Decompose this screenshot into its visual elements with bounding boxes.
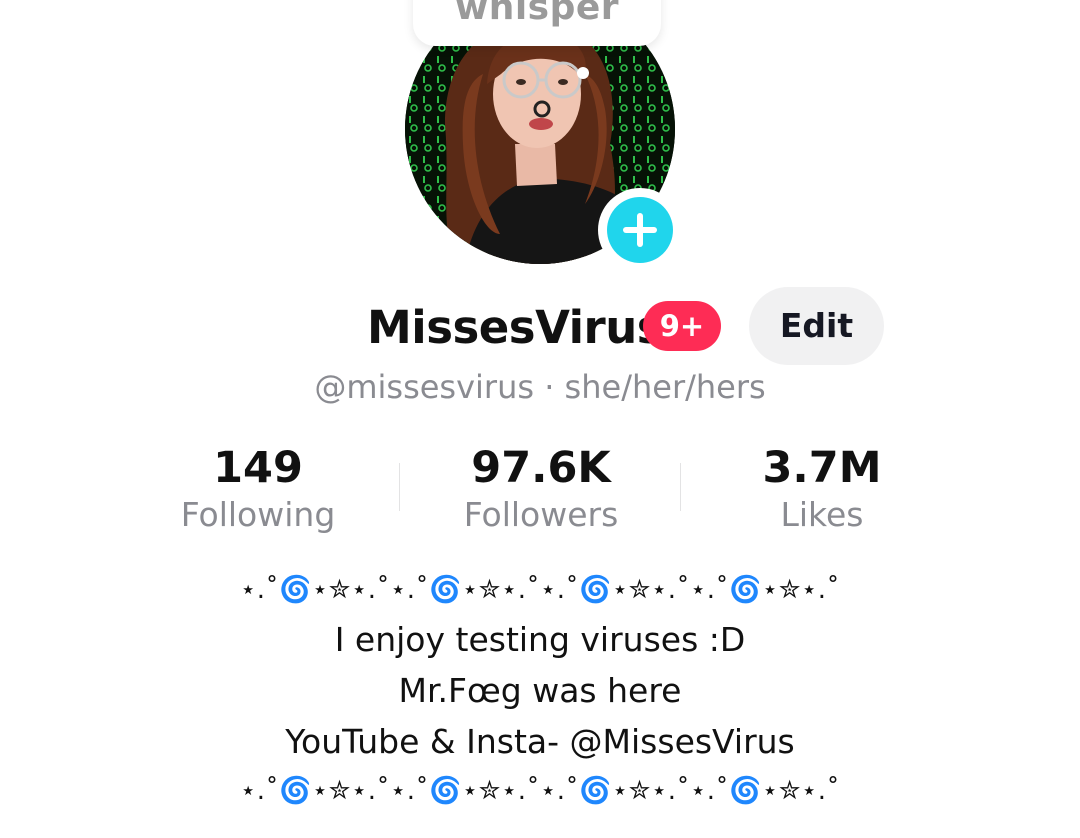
following-label: Following — [180, 495, 336, 534]
username-pronouns: @missesvirus · she/her/hers — [314, 368, 766, 406]
bio-decoration-bottom: ⋆.˚🌀⋆✮⋆.˚⋆.˚🌀⋆✮⋆.˚⋆.˚🌀⋆✮⋆.˚⋆.˚🌀⋆✮⋆.˚ — [239, 776, 841, 806]
note-bubble-tail — [577, 67, 589, 79]
plus-icon — [607, 197, 673, 263]
followers-stat[interactable]: 97.6K Followers — [411, 442, 671, 536]
note-text: whisper — [454, 0, 620, 28]
stat-divider — [399, 463, 400, 511]
likes-stat[interactable]: 3.7M Likes — [692, 442, 952, 536]
followers-label: Followers — [463, 495, 619, 534]
likes-label: Likes — [780, 495, 864, 534]
note-bubble[interactable]: whisper — [413, 0, 661, 46]
likes-count: 3.7M — [762, 443, 882, 493]
bio-decoration-top: ⋆.˚🌀⋆✮⋆.˚⋆.˚🌀⋆✮⋆.˚⋆.˚🌀⋆✮⋆.˚⋆.˚🌀⋆✮⋆.˚ — [239, 575, 841, 605]
add-story-button[interactable] — [598, 188, 682, 272]
bio-line: Mr.Fœg was here — [398, 671, 682, 710]
name-row: MissesVirus 9+ Edit — [0, 287, 1080, 366]
followers-count: 97.6K — [471, 443, 611, 493]
bio: ⋆.˚🌀⋆✮⋆.˚⋆.˚🌀⋆✮⋆.˚⋆.˚🌀⋆✮⋆.˚⋆.˚🌀⋆✮⋆.˚ I e… — [0, 566, 1080, 815]
display-name: MissesVirus — [367, 301, 664, 354]
bio-line: I enjoy testing viruses :D — [334, 620, 746, 659]
notification-badge[interactable]: 9+ — [643, 301, 721, 351]
following-count: 149 — [213, 443, 303, 493]
following-stat[interactable]: 149 Following — [128, 442, 388, 536]
stat-divider — [680, 463, 681, 511]
bio-line: YouTube & Insta- @MissesVirus — [285, 722, 795, 761]
edit-profile-button[interactable]: Edit — [749, 287, 884, 365]
